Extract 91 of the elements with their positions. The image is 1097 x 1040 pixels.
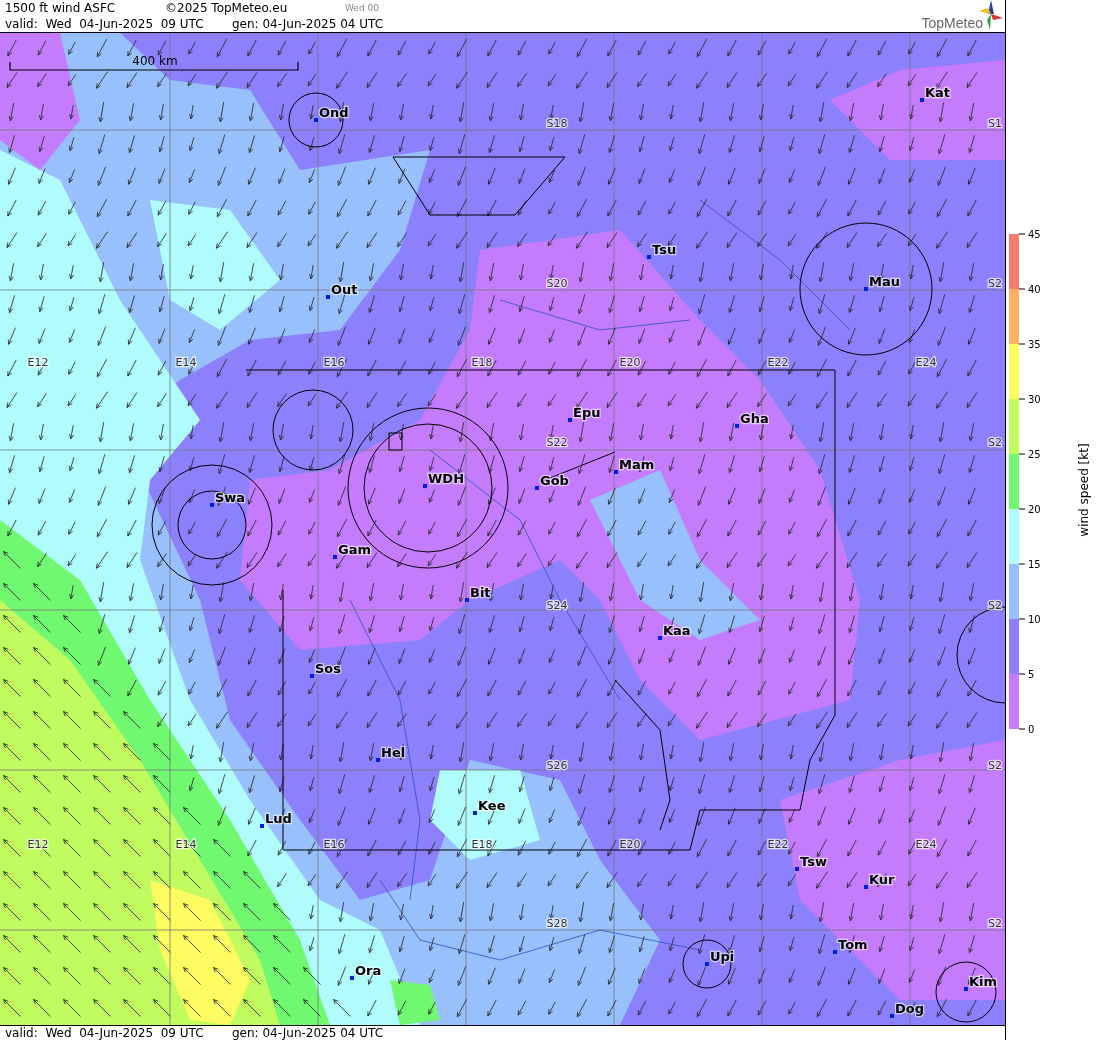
valid-time: valid: Wed 04-Jun-2025 09 UTC bbox=[5, 17, 205, 31]
latitude-label: S22 bbox=[546, 436, 568, 449]
longitude-label: E16 bbox=[323, 838, 345, 851]
place-label: Ora bbox=[355, 963, 382, 978]
place-label: Kur bbox=[869, 872, 895, 887]
latitude-label: S1 bbox=[988, 117, 1002, 130]
place-marker-icon bbox=[964, 987, 968, 991]
scale-tick-label: 40 bbox=[1028, 284, 1041, 295]
place-label: Kat bbox=[925, 85, 951, 100]
place-marker-icon bbox=[795, 867, 799, 871]
scale-tick-label: 30 bbox=[1028, 394, 1041, 405]
place-marker-icon bbox=[423, 484, 427, 488]
place-marker-icon bbox=[326, 295, 330, 299]
place-marker-icon bbox=[864, 287, 868, 291]
place-marker-icon bbox=[473, 811, 477, 815]
place-marker-icon bbox=[890, 1014, 894, 1018]
copyright-text: ©2025 TopMeteo.eu bbox=[165, 1, 289, 15]
longitude-label: E24 bbox=[915, 838, 937, 851]
place-marker-icon bbox=[314, 118, 318, 122]
place-marker-icon bbox=[465, 598, 469, 602]
longitude-label: E18 bbox=[471, 356, 493, 369]
place-label: Gha bbox=[740, 411, 769, 426]
latitude-label: S2 bbox=[988, 917, 1002, 930]
logo-text: TopMeteo bbox=[921, 15, 983, 32]
latitude-label: S28 bbox=[546, 917, 568, 930]
generated-time: gen: 04-Jun-2025 04 UTC bbox=[232, 1026, 384, 1040]
place-marker-icon bbox=[310, 674, 314, 678]
scale-tick-label: 20 bbox=[1028, 504, 1041, 515]
longitude-label: E20 bbox=[619, 838, 641, 851]
latitude-label: S2 bbox=[988, 759, 1002, 772]
place-label: Epu bbox=[573, 405, 601, 420]
place-marker-icon bbox=[658, 636, 662, 640]
scale-tick-label: 5 bbox=[1028, 669, 1035, 680]
place-label: Upi bbox=[710, 949, 735, 964]
longitude-label: E22 bbox=[767, 356, 789, 369]
longitude-label: E12 bbox=[27, 356, 49, 369]
place-marker-icon bbox=[350, 976, 354, 980]
longitude-label: E20 bbox=[619, 356, 641, 369]
longitude-label: E24 bbox=[915, 356, 937, 369]
longitude-label: E18 bbox=[471, 838, 493, 851]
scale-tick-label: 25 bbox=[1028, 449, 1041, 460]
scale-tick-label: 0 bbox=[1028, 724, 1035, 735]
place-label: Kaa bbox=[663, 623, 691, 638]
place-marker-icon bbox=[535, 486, 539, 490]
place-marker-icon bbox=[333, 555, 337, 559]
place-label: Hel bbox=[381, 745, 406, 760]
longitude-label: E16 bbox=[323, 356, 345, 369]
legend-title: wind speed [kt] bbox=[1077, 443, 1091, 537]
scale-tick-label: 10 bbox=[1028, 614, 1041, 625]
valid-time: valid: Wed 04-Jun-2025 09 UTC bbox=[5, 1026, 205, 1040]
place-label: Kim bbox=[969, 974, 998, 989]
longitude-label: E22 bbox=[767, 838, 789, 851]
place-marker-icon bbox=[210, 503, 214, 507]
place-marker-icon bbox=[920, 98, 924, 102]
scale-tick-label: 45 bbox=[1028, 229, 1041, 240]
place-label: Bit bbox=[470, 585, 491, 600]
place-label: Gob bbox=[540, 473, 569, 488]
latitude-label: S24 bbox=[546, 599, 568, 612]
place-marker-icon bbox=[260, 824, 264, 828]
scale-tick-label: 35 bbox=[1028, 339, 1041, 350]
place-label: Kee bbox=[478, 798, 506, 813]
place-marker-icon bbox=[647, 255, 651, 259]
scale-tick-label: 15 bbox=[1028, 559, 1041, 570]
run-label: Wed 00 bbox=[345, 3, 379, 13]
latitude-label: S2 bbox=[988, 277, 1002, 290]
place-label: Lud bbox=[265, 811, 292, 826]
place-label: Tom bbox=[838, 937, 868, 952]
longitude-label: E14 bbox=[175, 356, 197, 369]
generated-time: gen: 04-Jun-2025 04 UTC bbox=[232, 17, 384, 31]
place-marker-icon bbox=[864, 885, 868, 889]
latitude-label: S2 bbox=[988, 436, 1002, 449]
place-label: Tsu bbox=[652, 242, 677, 257]
place-marker-icon bbox=[705, 962, 709, 966]
place-label: Mau bbox=[869, 274, 900, 289]
place-label: Dog bbox=[895, 1001, 925, 1016]
place-label: WDH bbox=[428, 471, 464, 486]
place-label: Mam bbox=[619, 457, 655, 472]
latitude-label: S18 bbox=[546, 117, 568, 130]
place-marker-icon bbox=[735, 424, 739, 428]
place-label: Tsw bbox=[800, 854, 827, 869]
place-label: Gam bbox=[338, 542, 371, 557]
place-marker-icon bbox=[376, 758, 380, 762]
place-marker-icon bbox=[614, 470, 618, 474]
place-label: Sos bbox=[315, 661, 342, 676]
latitude-label: S20 bbox=[546, 277, 568, 290]
place-marker-icon bbox=[568, 418, 572, 422]
place-label: Out bbox=[331, 282, 358, 297]
place-marker-icon bbox=[833, 950, 837, 954]
scale-label: 400 km bbox=[132, 54, 178, 68]
map-title: 1500 ft wind ASFC bbox=[5, 1, 117, 15]
latitude-label: S26 bbox=[546, 759, 568, 772]
